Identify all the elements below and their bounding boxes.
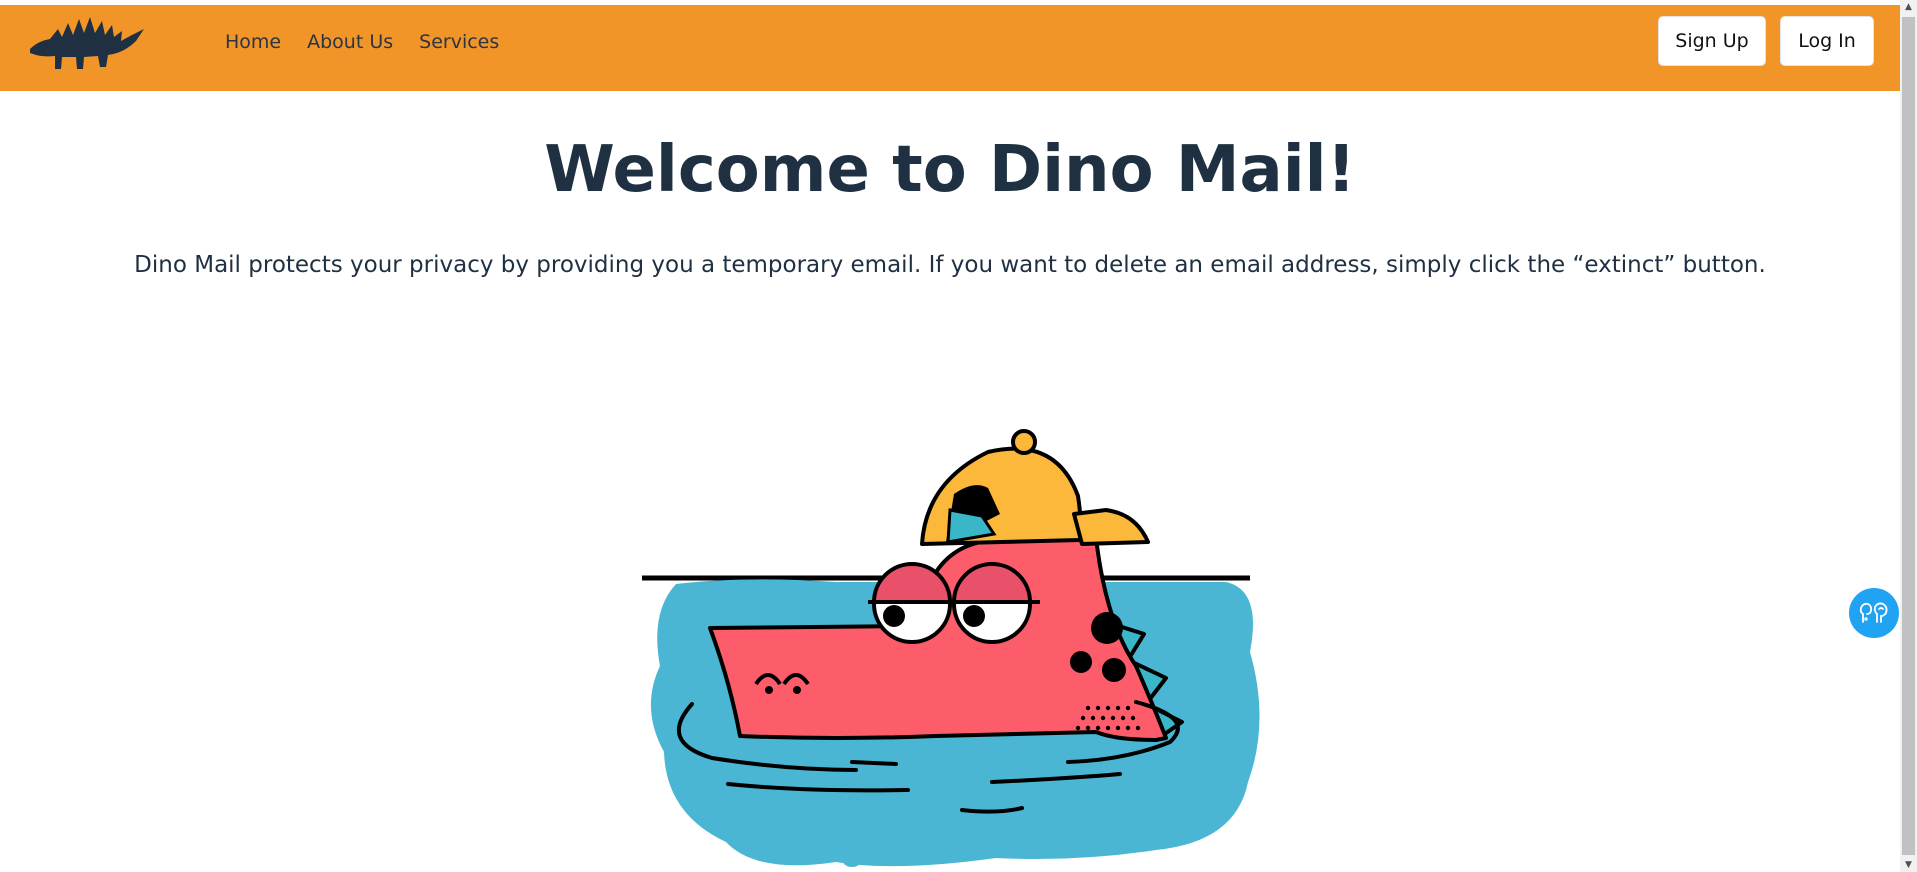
nav-link-about-us[interactable]: About Us [307, 31, 393, 53]
nav-link-services[interactable]: Services [419, 31, 499, 53]
page-scrollbar[interactable]: ▲ ▼ [1900, 0, 1917, 872]
dinosaur-in-water-illustration [642, 429, 1260, 867]
accessibility-help-button[interactable] [1849, 588, 1899, 638]
log-in-button[interactable]: Log In [1780, 16, 1874, 66]
top-navbar: Home About Us Services Sign Up Log In [0, 5, 1900, 91]
scroll-thumb[interactable] [1902, 17, 1915, 855]
nav-link-home[interactable]: Home [225, 31, 281, 53]
sign-up-button[interactable]: Sign Up [1658, 16, 1766, 66]
accessibility-help-icon [1859, 602, 1888, 623]
page-title: Welcome to Dino Mail! [544, 133, 1356, 207]
scroll-up-arrow-icon[interactable]: ▲ [1900, 0, 1917, 14]
stegosaurus-logo-icon[interactable] [28, 11, 146, 71]
nav-links: Home About Us Services [225, 31, 499, 53]
intro-text: Dino Mail protects your privacy by provi… [134, 252, 1766, 278]
scroll-down-arrow-icon[interactable]: ▼ [1900, 858, 1917, 872]
